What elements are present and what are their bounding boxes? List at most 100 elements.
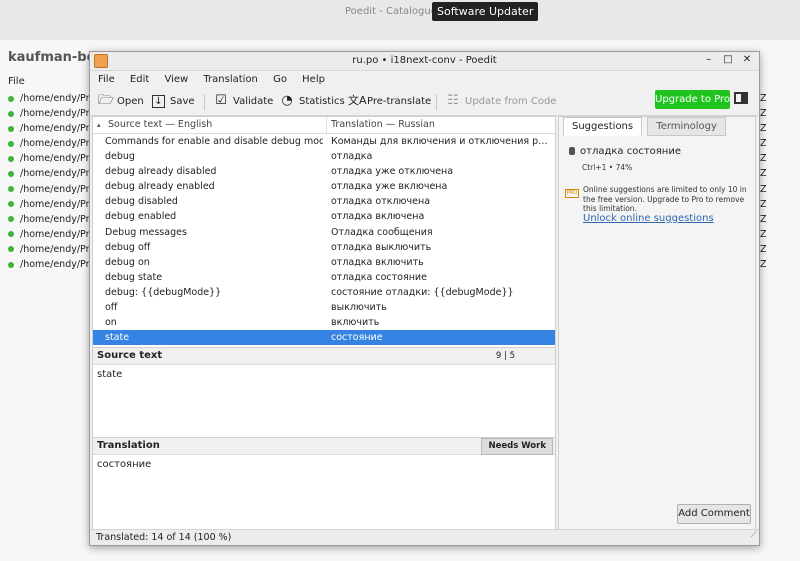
suggestion-meta: Ctrl+1 • 74%: [582, 163, 633, 172]
open-button[interactable]: 🗁 Open: [98, 93, 144, 111]
status-dot-icon: [8, 201, 14, 208]
save-button[interactable]: ↓ Save: [152, 93, 195, 111]
file-path: /home/endy/Pro: [20, 153, 96, 165]
pretranslate-button[interactable]: 文APre-translate: [348, 93, 431, 111]
translation-cell: включить: [331, 317, 380, 329]
needs-work-toggle[interactable]: Needs Work: [481, 438, 553, 455]
maximize-button[interactable]: □: [720, 54, 736, 65]
update-label: Update from Code: [465, 96, 557, 107]
tab-terminology[interactable]: Terminology: [647, 117, 726, 136]
validate-label: Validate: [233, 96, 274, 107]
string-row[interactable]: debug off отладка выключить: [93, 240, 555, 255]
status-dot-icon: [8, 110, 14, 117]
translation-section: Translation Needs Work состояние: [93, 437, 555, 537]
background-cell: Z: [758, 136, 800, 152]
validate-button[interactable]: ☑ Validate: [214, 93, 273, 111]
string-row[interactable]: Debug messages Отладка сообщения: [93, 225, 555, 240]
suggestion-item[interactable]: отладка состояние: [569, 146, 681, 157]
translation-header: Translation Needs Work: [93, 437, 555, 455]
unlock-suggestions-link[interactable]: Unlock online suggestions: [583, 213, 714, 224]
translation-cell: Отладка сообщения: [331, 226, 433, 238]
string-row[interactable]: on включить: [93, 315, 555, 330]
background-cell: Z: [758, 241, 800, 258]
file-row[interactable]: /home/endy/Pro: [8, 197, 95, 212]
file-row[interactable]: /home/endy/Pro: [8, 106, 95, 121]
translation-cell: отладка состояние: [331, 271, 427, 283]
save-icon: ↓: [152, 94, 165, 108]
project-title: kaufman-bot: [8, 50, 102, 65]
translation-cell: Команды для включения и отключения режи.…: [331, 136, 551, 147]
string-row[interactable]: debug state отладка состояние: [93, 270, 555, 285]
background-cell: Z: [758, 166, 800, 182]
update-from-code-button[interactable]: ☷ Update from Code: [446, 93, 556, 111]
statistics-button[interactable]: ◔ Statistics: [280, 93, 344, 111]
string-list: Commands for enable and disable debug mo…: [93, 134, 555, 346]
list-header: ▴ Source text — English Translation — Ru…: [93, 117, 555, 134]
minimize-button[interactable]: –: [701, 54, 717, 65]
status-dot-icon: [8, 216, 14, 223]
source-cell: Debug messages: [105, 226, 187, 238]
database-icon: [569, 147, 575, 155]
status-dot-icon: [8, 155, 14, 162]
string-row[interactable]: debug отладка: [93, 149, 555, 164]
menu-help[interactable]: Help: [302, 74, 325, 85]
file-row[interactable]: /home/endy/Pro: [8, 91, 95, 106]
status-dot-icon: [8, 186, 14, 193]
string-count: 9 | 5: [495, 351, 515, 361]
status-dot-icon: [8, 95, 14, 102]
menu-edit[interactable]: Edit: [130, 74, 149, 85]
background-cell: Z: [758, 196, 800, 212]
sort-indicator-icon: ▴: [97, 121, 101, 129]
status-dot-icon: [8, 170, 14, 177]
string-row[interactable]: debug on отладка включить: [93, 255, 555, 270]
file-row[interactable]: /home/endy/Pro: [8, 121, 95, 136]
tab-suggestions[interactable]: Suggestions: [563, 117, 643, 136]
source-column-header[interactable]: Source text — English: [108, 117, 212, 133]
file-row[interactable]: /home/endy/Pro: [8, 151, 95, 166]
translation-cell: состояние: [331, 332, 383, 344]
file-row[interactable]: /home/endy/Pro: [8, 212, 95, 227]
upgrade-to-pro-button[interactable]: Upgrade to Pro: [655, 90, 730, 109]
string-row[interactable]: debug: {{debugMode}} состояние отладки: {…: [93, 285, 555, 300]
menu-translation[interactable]: Translation: [203, 74, 258, 85]
menu-view[interactable]: View: [164, 74, 188, 85]
close-button[interactable]: ✕: [739, 54, 755, 65]
file-row[interactable]: /home/endy/Pro: [8, 182, 95, 197]
translate-icon: 文A: [348, 94, 367, 107]
string-row[interactable]: off выключить: [93, 300, 555, 315]
add-comment-button[interactable]: Add Comment: [677, 504, 751, 524]
window-titlebar[interactable]: ru.po • i18next-conv - Poedit – □ ✕: [90, 52, 759, 71]
file-column-header[interactable]: File: [8, 76, 25, 87]
translation-cell: отладка отключена: [331, 196, 431, 208]
file-path: /home/endy/Pro: [20, 123, 96, 135]
resize-grip-icon[interactable]: ⟋: [751, 527, 757, 543]
string-row[interactable]: debug disabled отладка отключена: [93, 194, 555, 209]
file-row[interactable]: /home/endy/Pro: [8, 227, 95, 242]
source-cell: debug off: [105, 241, 151, 253]
sidebar-toggle-icon[interactable]: [734, 92, 748, 104]
background-titlebar: Poedit - Catalogues m: [0, 0, 800, 41]
string-row[interactable]: debug already enabled отладка уже включен…: [93, 179, 555, 194]
string-row[interactable]: debug enabled отладка включена: [93, 209, 555, 224]
string-row[interactable]: debug already disabled отладка уже отключ…: [93, 164, 555, 179]
software-updater-tooltip: Software Updater: [432, 2, 539, 21]
string-row[interactable]: Commands for enable and disable debug mo…: [93, 134, 555, 149]
source-cell: Commands for enable and disable debug mo…: [105, 136, 323, 147]
menu-file[interactable]: File: [98, 74, 115, 85]
background-right-column: ZZZZZZZZZZZZ: [758, 91, 800, 273]
translation-input[interactable]: состояние: [93, 455, 555, 537]
translation-cell: отладка уже включена: [331, 181, 448, 193]
background-cell: Z: [758, 257, 800, 273]
file-row[interactable]: /home/endy/Pro: [8, 257, 95, 272]
string-row[interactable]: state состояние: [93, 330, 555, 346]
status-dot-icon: [8, 261, 14, 268]
file-row[interactable]: /home/endy/Pro: [8, 136, 95, 151]
menu-go[interactable]: Go: [273, 74, 287, 85]
source-cell: off: [105, 302, 118, 314]
translation-column-header[interactable]: Translation — Russian: [331, 117, 435, 133]
background-cell: Z: [758, 181, 800, 197]
background-cell: Z: [758, 226, 800, 242]
file-row[interactable]: /home/endy/Pro: [8, 166, 95, 181]
file-row[interactable]: /home/endy/Pro: [8, 242, 95, 257]
checkmark-icon: ☑: [215, 93, 227, 108]
